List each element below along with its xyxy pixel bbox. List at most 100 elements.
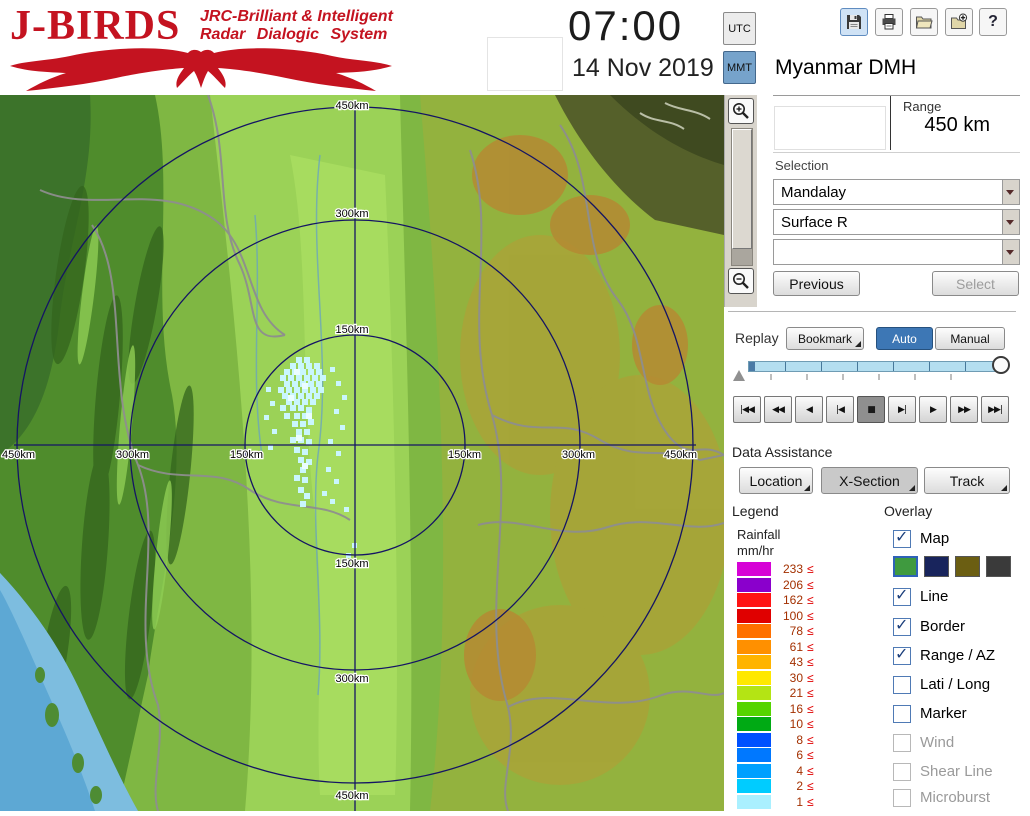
checkbox-checked[interactable]: ✓ <box>893 615 911 636</box>
chevron-down-icon[interactable] <box>1002 180 1019 204</box>
step-back-button[interactable]: |◀ <box>826 396 854 423</box>
divider <box>773 152 1020 153</box>
dropdown-extra[interactable] <box>773 239 1020 265</box>
open-folder-button[interactable] <box>910 8 938 36</box>
checkbox-unchecked[interactable] <box>893 705 911 723</box>
lte-icon: ≤ <box>807 779 814 793</box>
overlay-item-label: Marker <box>920 705 967 722</box>
chevron-down-icon[interactable] <box>1002 210 1019 234</box>
timeline-tick <box>821 362 822 371</box>
divider <box>728 311 1016 312</box>
stop-button[interactable]: ■ <box>857 396 885 423</box>
legend-value: 21 <box>789 686 803 700</box>
clock-date: 14 Nov 2019 <box>572 54 714 82</box>
lte-icon: ≤ <box>807 717 814 731</box>
overlay-item-label: Map <box>920 530 950 547</box>
zoom-strip <box>724 95 758 307</box>
export-button[interactable] <box>945 8 973 36</box>
legend-value: 43 <box>789 655 803 669</box>
svg-text:150km: 150km <box>230 449 263 461</box>
lte-icon: ≤ <box>807 655 814 669</box>
timeline-mark <box>950 374 952 380</box>
utc-button[interactable]: UTC <box>723 12 756 45</box>
legend-value: 162 <box>782 593 803 607</box>
svg-text:300km: 300km <box>116 449 149 461</box>
radar-map-canvas: 450km 300km 150km 150km 300km 450km 450k… <box>0 94 730 812</box>
map-style-swatch-gray[interactable] <box>986 556 1011 577</box>
eagle-logo-icon <box>10 48 392 91</box>
dropdown-product[interactable]: Surface R <box>773 209 1020 235</box>
timeline-mark <box>842 374 844 380</box>
lte-icon: ≤ <box>807 795 814 809</box>
location-button[interactable]: Location <box>739 467 813 494</box>
timeline-mark <box>878 374 880 380</box>
export-icon <box>951 13 968 29</box>
auto-button[interactable]: Auto <box>876 327 933 350</box>
legend-value: 4 <box>796 764 803 778</box>
legend-swatch <box>737 702 771 716</box>
play-reverse-button[interactable]: ◀ <box>795 396 823 423</box>
print-icon <box>882 14 896 30</box>
select-button[interactable]: Select <box>932 271 1019 296</box>
fast-rewind-button[interactable]: ◀◀ <box>764 396 792 423</box>
checkbox-checked[interactable]: ✓ <box>893 527 911 548</box>
print-button[interactable] <box>875 8 903 36</box>
mmt-button[interactable]: MMT <box>723 51 756 84</box>
skip-to-start-button[interactable]: |◀◀ <box>733 396 761 423</box>
dropdown-station-value: Mandalay <box>781 184 847 201</box>
play-button[interactable]: ▶ <box>919 396 947 423</box>
legend-swatch <box>737 795 771 809</box>
help-button[interactable]: ? <box>979 8 1007 36</box>
divider <box>773 95 1020 96</box>
dropdown-station[interactable]: Mandalay <box>773 179 1020 205</box>
check-icon: ✓ <box>895 615 909 634</box>
checkbox-unchecked[interactable] <box>893 676 911 694</box>
legend-swatch <box>737 717 771 731</box>
map-style-swatch-navy[interactable] <box>924 556 949 577</box>
legend-swatch <box>737 655 771 669</box>
overlay-item-label: Line <box>920 588 949 605</box>
track-button[interactable]: Track <box>924 467 1010 494</box>
svg-text:300km: 300km <box>335 208 368 220</box>
bookmark-button[interactable]: Bookmark <box>786 327 864 350</box>
lte-icon: ≤ <box>807 624 814 638</box>
timeline-handle[interactable] <box>992 356 1010 374</box>
zoom-in-button[interactable] <box>728 98 754 124</box>
step-forward-button[interactable]: ▶| <box>888 396 916 423</box>
replay-label: Replay <box>735 330 779 346</box>
checkbox-checked[interactable]: ✓ <box>893 585 911 606</box>
fast-forward-button[interactable]: ▶▶ <box>950 396 978 423</box>
radar-map[interactable]: 450km 300km 150km 150km 300km 450km 450k… <box>0 94 730 812</box>
zoom-slider-track[interactable] <box>731 128 753 266</box>
checkbox-disabled <box>893 734 911 752</box>
zoom-slider-thumb[interactable] <box>732 129 752 249</box>
timeline-track[interactable] <box>748 361 1003 372</box>
station-title: Myanmar DMH <box>775 56 917 79</box>
previous-button[interactable]: Previous <box>773 271 860 296</box>
legend-value: 30 <box>789 671 803 685</box>
svg-text:300km: 300km <box>335 673 368 685</box>
x-section-button[interactable]: X-Section <box>821 467 918 494</box>
timeline-tick <box>857 362 858 371</box>
manual-button[interactable]: Manual <box>935 327 1005 350</box>
checkbox-disabled <box>893 763 911 781</box>
timeline-start-marker[interactable] <box>733 370 745 381</box>
save-button[interactable] <box>840 8 868 36</box>
svg-text:150km: 150km <box>335 324 368 336</box>
range-label: Range <box>903 99 942 114</box>
timeline-cap <box>749 362 755 371</box>
legend-swatch <box>737 609 771 623</box>
svg-text:450km: 450km <box>2 449 35 461</box>
zoom-out-button[interactable] <box>728 268 754 294</box>
svg-text:450km: 450km <box>335 790 368 802</box>
overlay-item-label: Microburst <box>920 789 991 806</box>
skip-to-end-button[interactable]: ▶▶| <box>981 396 1009 423</box>
chevron-down-icon[interactable] <box>1002 240 1019 264</box>
checkbox-checked[interactable]: ✓ <box>893 644 911 665</box>
overlay-item-label: Wind <box>920 734 955 751</box>
app-logo-title: J-BIRDS <box>10 3 181 49</box>
map-style-swatch-olive[interactable] <box>955 556 980 577</box>
app-logo-tagline: JRC-Brilliant & Intelligent Radar Dialog… <box>200 8 393 45</box>
legend-swatch <box>737 764 771 778</box>
map-style-swatch-green[interactable] <box>893 556 918 577</box>
